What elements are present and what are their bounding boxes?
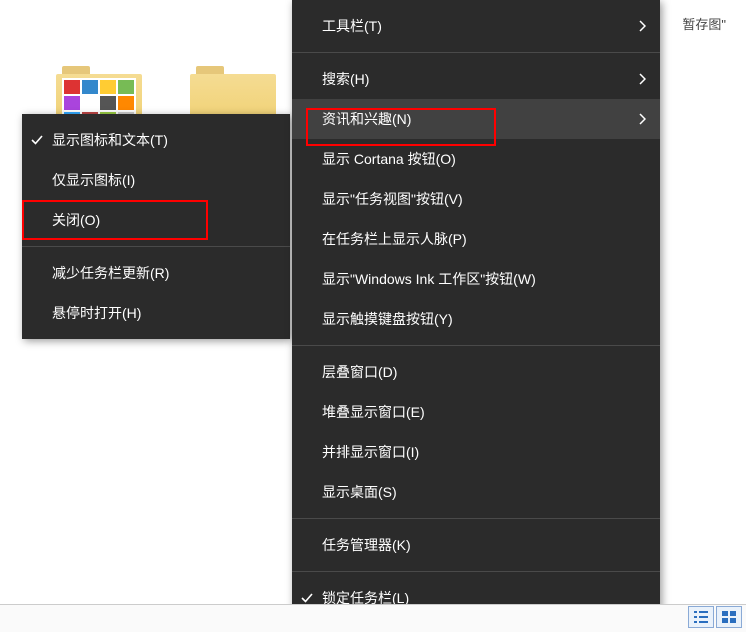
menu-item-cascade-windows[interactable]: 层叠窗口(D) xyxy=(292,352,660,392)
menu-label: 搜索(H) xyxy=(322,69,369,89)
grid-icon xyxy=(722,611,736,623)
menu-item-task-view-button[interactable]: 显示"任务视图"按钮(V) xyxy=(292,179,660,219)
check-icon xyxy=(300,591,314,605)
menu-separator xyxy=(292,518,660,519)
chevron-right-icon xyxy=(638,20,646,32)
list-icon xyxy=(694,611,708,623)
check-icon xyxy=(30,133,44,147)
menu-label: 显示图标和文本(T) xyxy=(52,130,168,150)
menu-item-stack-windows[interactable]: 堆叠显示窗口(E) xyxy=(292,392,660,432)
menu-item-news-interests[interactable]: 资讯和兴趣(N) xyxy=(292,99,660,139)
stray-text: 暂存图" xyxy=(682,14,726,33)
menu-label: 层叠窗口(D) xyxy=(322,362,397,382)
submenu-item-close[interactable]: 关闭(O) xyxy=(22,200,290,240)
menu-item-side-by-side[interactable]: 并排显示窗口(I) xyxy=(292,432,660,472)
menu-item-search[interactable]: 搜索(H) xyxy=(292,59,660,99)
menu-label: 资讯和兴趣(N) xyxy=(322,109,411,129)
chevron-right-icon xyxy=(638,113,646,125)
view-details-button[interactable] xyxy=(688,606,714,628)
menu-label: 悬停时打开(H) xyxy=(52,303,141,323)
menu-label: 仅显示图标(I) xyxy=(52,170,135,190)
menu-label: 在任务栏上显示人脉(P) xyxy=(322,229,467,249)
menu-item-show-desktop[interactable]: 显示桌面(S) xyxy=(292,472,660,512)
menu-separator xyxy=(292,345,660,346)
menu-label: 并排显示窗口(I) xyxy=(322,442,419,462)
submenu-item-show-icon-text[interactable]: 显示图标和文本(T) xyxy=(22,120,290,160)
menu-label: 显示"Windows Ink 工作区"按钮(W) xyxy=(322,269,536,289)
menu-separator xyxy=(292,52,660,53)
menu-label: 任务管理器(K) xyxy=(322,535,411,555)
menu-label: 显示"任务视图"按钮(V) xyxy=(322,189,463,209)
menu-item-task-manager[interactable]: 任务管理器(K) xyxy=(292,525,660,565)
submenu-item-reduce-updates[interactable]: 减少任务栏更新(R) xyxy=(22,253,290,293)
menu-label: 显示 Cortana 按钮(O) xyxy=(322,149,456,169)
submenu-item-open-on-hover[interactable]: 悬停时打开(H) xyxy=(22,293,290,333)
chevron-right-icon xyxy=(638,73,646,85)
view-thumbnails-button[interactable] xyxy=(716,606,742,628)
explorer-status-bar xyxy=(0,604,746,632)
menu-label: 显示桌面(S) xyxy=(322,482,397,502)
menu-item-cortana-button[interactable]: 显示 Cortana 按钮(O) xyxy=(292,139,660,179)
menu-item-people-taskbar[interactable]: 在任务栏上显示人脉(P) xyxy=(292,219,660,259)
taskbar-context-menu: 工具栏(T) 搜索(H) 资讯和兴趣(N) 显示 Cortana 按钮(O) 显… xyxy=(292,0,660,632)
menu-label: 工具栏(T) xyxy=(322,16,382,36)
news-interests-submenu: 显示图标和文本(T) 仅显示图标(I) 关闭(O) 减少任务栏更新(R) 悬停时… xyxy=(22,114,290,339)
menu-label: 关闭(O) xyxy=(52,210,100,230)
menu-item-touch-keyboard[interactable]: 显示触摸键盘按钮(Y) xyxy=(292,299,660,339)
menu-label: 减少任务栏更新(R) xyxy=(52,263,169,283)
menu-label: 显示触摸键盘按钮(Y) xyxy=(322,309,453,329)
menu-label: 堆叠显示窗口(E) xyxy=(322,402,425,422)
menu-separator xyxy=(292,571,660,572)
menu-item-windows-ink[interactable]: 显示"Windows Ink 工作区"按钮(W) xyxy=(292,259,660,299)
menu-separator xyxy=(22,246,290,247)
submenu-item-icon-only[interactable]: 仅显示图标(I) xyxy=(22,160,290,200)
menu-item-toolbars[interactable]: 工具栏(T) xyxy=(292,6,660,46)
